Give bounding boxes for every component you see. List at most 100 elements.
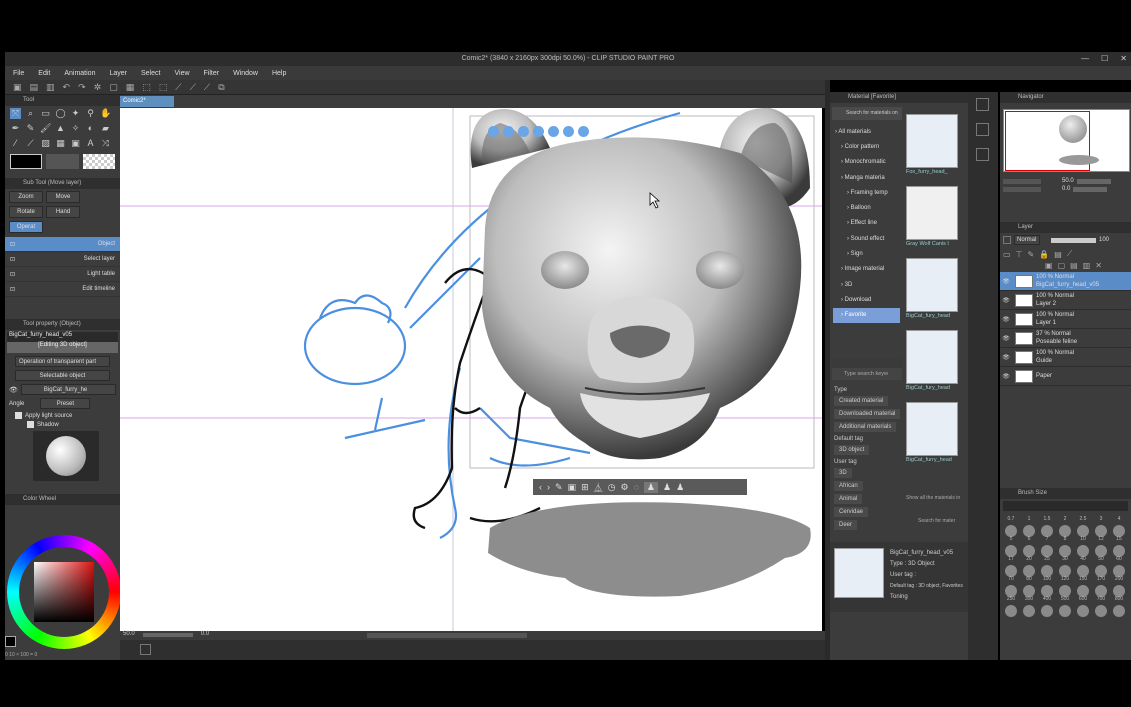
fill-icon[interactable]: ▦: [126, 82, 135, 93]
brush-size-cell[interactable]: 150: [1074, 576, 1092, 597]
nav-angle-slider[interactable]: [1073, 186, 1108, 192]
text-tool-icon[interactable]: A: [85, 138, 96, 149]
layer-row[interactable]: 👁 Paper: [1000, 367, 1131, 386]
color-indicator[interactable]: [5, 636, 16, 647]
brush-size-cell[interactable]: 2.5: [1074, 516, 1092, 537]
tree-item-9[interactable]: › Image material: [833, 262, 900, 277]
user-tag[interactable]: Animal: [834, 494, 904, 504]
new-vector-icon[interactable]: ▢: [1058, 261, 1066, 270]
merge-icon[interactable]: ▥: [1083, 261, 1091, 270]
figure-tool-icon[interactable]: ⁄: [10, 138, 21, 149]
tree-item-6[interactable]: › Effect line: [833, 216, 900, 231]
transform-icon[interactable]: ⬚: [142, 82, 151, 93]
eye-icon[interactable]: 👁: [1000, 335, 1012, 342]
select-tool-icon[interactable]: ▭: [40, 108, 51, 119]
tree-item-2[interactable]: › Monochromatic: [833, 155, 900, 170]
zoom-tool-icon[interactable]: ⌕: [25, 108, 36, 119]
material-thumb[interactable]: [906, 114, 958, 168]
brush-size-cell[interactable]: 200: [1110, 576, 1128, 597]
settings-obj-icon[interactable]: ⚙: [620, 482, 628, 493]
object-list-item[interactable]: ⊡ Object: [5, 237, 120, 252]
brush-size-cell[interactable]: 17: [1002, 556, 1020, 577]
pan-camera-icon[interactable]: [503, 126, 514, 137]
layer-row[interactable]: 👁 100 % Normal BigCat_furry_head_v05: [1000, 272, 1131, 291]
clip-icon[interactable]: ▭: [1003, 250, 1011, 259]
user-tag[interactable]: Deer: [834, 520, 904, 530]
rotate-camera-icon[interactable]: [488, 126, 499, 137]
nav-zoom-slider[interactable]: [1076, 178, 1111, 184]
brush-size-cell[interactable]: 12: [1092, 536, 1110, 557]
angle-value[interactable]: 0.0: [201, 631, 209, 640]
next-icon[interactable]: ›: [547, 482, 550, 492]
ref-icon[interactable]: ⊤: [1016, 250, 1023, 259]
h-scrollbar[interactable]: [367, 633, 528, 638]
menu-animation[interactable]: Animation: [64, 70, 95, 77]
panel-toggle-icon[interactable]: [976, 98, 989, 111]
brush-size-cell[interactable]: 6: [1020, 536, 1038, 557]
layer-row[interactable]: 👁 100 % Normal Guide: [1000, 348, 1131, 367]
preset-button[interactable]: Preset: [40, 398, 91, 409]
selectable-select[interactable]: Selectable object: [15, 370, 110, 381]
settings-icon[interactable]: ✲: [94, 82, 102, 93]
flip-icon[interactable]: ⏅: [594, 481, 603, 494]
type-tag[interactable]: Additional materials: [834, 422, 904, 432]
material-thumb[interactable]: [906, 258, 958, 312]
brush-size-cell[interactable]: 40: [1074, 556, 1092, 577]
object-list-item[interactable]: ⊡ Light table: [5, 267, 120, 282]
brush-size-cell[interactable]: 170: [1092, 576, 1110, 597]
panel-toggle2-icon[interactable]: [976, 123, 989, 136]
object-list-item[interactable]: ⊡ Select layer: [5, 252, 120, 267]
dolly-camera-icon[interactable]: [518, 126, 529, 137]
brush-size-cell[interactable]: 5: [1002, 536, 1020, 557]
delete-layer-icon[interactable]: ✕: [1095, 261, 1102, 270]
brush-size-cell[interactable]: 120: [1056, 576, 1074, 597]
light-icon[interactable]: [578, 126, 589, 137]
ground-icon[interactable]: ⊞: [581, 482, 589, 493]
rotate-object-icon[interactable]: [563, 126, 574, 137]
main-color-swatch[interactable]: [10, 154, 43, 169]
correct-line-icon[interactable]: ⤨: [100, 138, 111, 149]
brush-size-cell[interactable]: 250: [1002, 596, 1020, 617]
material-thumb[interactable]: [906, 330, 958, 384]
brush-size-cell[interactable]: 100: [1038, 576, 1056, 597]
keyword-search[interactable]: Type search keyw: [832, 368, 902, 380]
opacity-value[interactable]: 100: [1099, 237, 1109, 243]
snap2-icon[interactable]: ⟋: [204, 82, 210, 93]
close-icon[interactable]: ✕: [1120, 52, 1127, 66]
tree-item-10[interactable]: › 3D: [833, 277, 900, 292]
brush-size-cell[interactable]: 600: [1074, 596, 1092, 617]
pen-tool-icon[interactable]: ✒: [10, 123, 21, 134]
brush-size-cell[interactable]: 25: [1038, 556, 1056, 577]
tree-item-3[interactable]: › Manga materia: [833, 170, 900, 185]
eye-icon[interactable]: 👁: [9, 386, 18, 394]
eyedropper-icon[interactable]: ⚲: [85, 108, 96, 119]
mask-icon[interactable]: ▤: [1054, 250, 1062, 259]
brush-size-cell[interactable]: 0.7: [1002, 516, 1020, 537]
blend-tool-icon[interactable]: ◐: [85, 123, 96, 134]
user-tag[interactable]: 3D: [834, 468, 904, 478]
pose-icon[interactable]: ♟: [643, 481, 658, 493]
brush-size-cell[interactable]: 7: [1038, 536, 1056, 557]
user-tag[interactable]: African: [834, 481, 904, 491]
eye-icon[interactable]: 👁: [1000, 354, 1012, 361]
tree-item-12[interactable]: › Favorite: [833, 307, 900, 323]
maximize-icon[interactable]: ☐: [1101, 52, 1108, 66]
panel-toggle3-icon[interactable]: [976, 148, 989, 161]
subtool-tab-rotate[interactable]: Rotate: [9, 206, 43, 218]
canvas-tab[interactable]: Comic2*: [120, 96, 174, 107]
brush-size-cell[interactable]: 700: [1092, 596, 1110, 617]
pencil-tool-icon[interactable]: ✎: [25, 123, 36, 134]
deselect-icon[interactable]: ⬚: [159, 82, 168, 93]
brush-size-cell[interactable]: 500: [1056, 596, 1074, 617]
hand-tool-icon[interactable]: ✋: [100, 108, 111, 119]
shadow-checkbox[interactable]: [27, 421, 34, 428]
show-all-link[interactable]: Show all the materials in: [906, 495, 966, 501]
menu-help[interactable]: Help: [272, 70, 286, 77]
move-tool-icon[interactable]: ⤧: [10, 108, 21, 119]
brush-size-cell[interactable]: 800: [1110, 596, 1128, 617]
magic-wand-icon[interactable]: ✦: [70, 108, 81, 119]
lock-icon[interactable]: 🔒: [1039, 250, 1049, 259]
brush-size-cell[interactable]: 300: [1020, 596, 1038, 617]
tree-item-11[interactable]: › Download: [833, 292, 900, 307]
tree-item-0[interactable]: › All materials: [833, 124, 900, 139]
